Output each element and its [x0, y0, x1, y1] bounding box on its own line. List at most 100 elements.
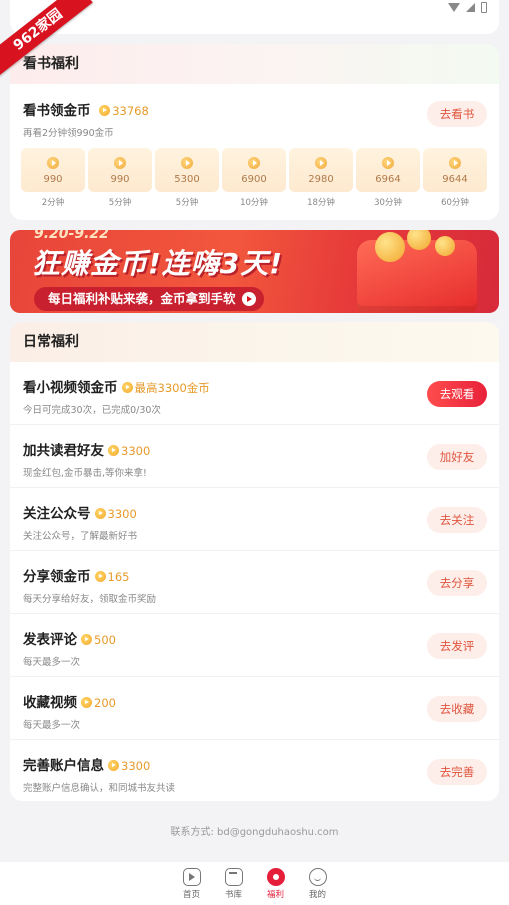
slot-time: 60分钟 [441, 198, 469, 208]
task-title: 分享领金币 [23, 569, 91, 585]
coin-icon [94, 571, 106, 582]
coin-play-icon [382, 157, 394, 169]
task-title: 发表评论 [23, 632, 77, 648]
coin-icon [99, 105, 111, 116]
comment-button[interactable]: 去发评 [427, 633, 487, 659]
reading-slot[interactable]: 5300 5分钟 [155, 148, 219, 208]
reading-task-row: 看书领金币 33768 再看2分钟领990金币 去看书 [23, 99, 487, 139]
tab-label: 书库 [224, 890, 242, 900]
tab-profile[interactable]: 我的 [308, 868, 328, 905]
favorite-button[interactable]: 去收藏 [427, 696, 487, 722]
task-row: 分享领金币 165 每天分享给好友，领取金币奖励 去分享 [10, 551, 499, 614]
battery-icon [481, 2, 487, 13]
reading-slot[interactable]: 9644 60分钟 [423, 148, 487, 208]
slot-amount: 990 [110, 174, 130, 185]
share-button[interactable]: 去分享 [427, 570, 487, 596]
slot-amount: 6900 [241, 174, 267, 185]
welfare-icon [266, 868, 285, 886]
task-desc: 现金红包,金币暴击,等你来拿! [23, 468, 147, 479]
task-row: 完善账户信息 3300 完整账户信息确认，和同城书友共读 去完善 [10, 740, 499, 801]
arrow-right-icon [241, 292, 256, 306]
slot-time: 18分钟 [307, 198, 335, 208]
task-row: 收藏视频 200 每天最多一次 去收藏 [10, 677, 499, 740]
follow-button[interactable]: 去关注 [427, 507, 487, 533]
tab-label: 福利 [266, 890, 284, 900]
reading-slots: 990 2分钟 990 5分钟 5300 5分钟 6900 10分钟 2980 18分钟 … [21, 148, 487, 208]
reading-title-text: 看书领金币 [23, 103, 91, 119]
add-friend-button[interactable]: 加好友 [427, 444, 487, 470]
contact-info: 联系方式: bd@gongduhaoshu.com [170, 827, 339, 838]
task-desc: 今日可完成30次，已完成0/30次 [23, 405, 161, 416]
coin-icon [81, 697, 92, 708]
task-reward: 3300 [107, 507, 137, 521]
coin-play-icon [315, 157, 327, 169]
tab-label: 首页 [182, 890, 200, 900]
daily-welfare-card: 日常福利 看小视频领金币 最高3300金币今日可完成30次，已完成0/30次 去观… [10, 322, 499, 801]
task-desc: 完整账户信息确认，和同城书友共读 [23, 783, 176, 794]
slot-amount: 6964 [375, 174, 401, 185]
task-row: 加共读君好友 3300 现金红包,金币暴击,等你来拿! 加好友 [10, 425, 499, 488]
banner-subtitle-pill[interactable]: 每日福利补贴来袭，金币拿到手软 [34, 287, 264, 311]
reading-task-desc: 再看2分钟领990金币 [23, 128, 114, 139]
task-reward: 最高3300金币 [134, 381, 210, 395]
slot-time: 10分钟 [240, 198, 268, 208]
task-title: 看小视频领金币 [23, 380, 118, 396]
coin-play-icon [114, 157, 126, 169]
slot-time: 5分钟 [108, 198, 132, 208]
task-desc: 关注公众号，了解最新好书 [23, 531, 138, 542]
tab-library[interactable]: 书库 [224, 868, 244, 905]
slot-amount: 9644 [442, 174, 468, 185]
task-row: 看小视频领金币 最高3300金币今日可完成30次，已完成0/30次 去观看 [10, 362, 499, 425]
banner-date: 9.20-9.22 [34, 230, 109, 242]
banner-subtitle: 每日福利补贴来袭，金币拿到手软 [48, 291, 236, 306]
reading-slot[interactable]: 6964 30分钟 [356, 148, 420, 208]
reading-task-title: 看书领金币 33768 [23, 99, 487, 119]
tab-home[interactable]: 首页 [182, 868, 202, 905]
coin-icon [121, 382, 133, 393]
tab-label: 我的 [308, 890, 326, 900]
task-title: 加共读君好友 [23, 443, 104, 459]
task-desc: 每天最多一次 [23, 720, 81, 731]
slot-time: 2分钟 [41, 198, 65, 208]
coin-play-icon [47, 157, 59, 169]
reading-welfare-card: 看书福利 看书领金币 33768 再看2分钟领990金币 去看书 990 2分钟 … [10, 44, 499, 220]
task-reward: 3300 [121, 444, 151, 458]
tab-welfare[interactable]: 福利 [266, 868, 286, 905]
reading-slot[interactable]: 2980 18分钟 [289, 148, 353, 208]
go-read-button[interactable]: 去看书 [427, 101, 487, 127]
play-icon [182, 868, 201, 886]
book-icon [224, 868, 243, 886]
slot-time: 5分钟 [175, 198, 199, 208]
slot-time: 30分钟 [374, 198, 402, 208]
task-row: 关注公众号 3300 关注公众号，了解最新好书 去关注 [10, 488, 499, 551]
task-title: 关注公众号 [23, 506, 91, 522]
task-desc: 每天分享给好友，领取金币奖励 [23, 594, 157, 605]
coin-icon [94, 508, 106, 519]
watch-video-button[interactable]: 去观看 [427, 381, 487, 407]
reading-slot[interactable]: 6900 10分钟 [222, 148, 286, 208]
daily-header: 日常福利 [10, 322, 499, 362]
bottom-tab-bar: 首页 书库 福利 我的 [0, 862, 509, 905]
reading-slot[interactable]: 990 5分钟 [88, 148, 152, 208]
coin-play-icon [449, 157, 461, 169]
red-envelope-illustration [357, 230, 477, 312]
banner-title: 狂赚金币!连嗨3天! [32, 247, 284, 280]
task-reward: 165 [107, 570, 130, 584]
wifi-icon [448, 3, 460, 12]
reading-slot[interactable]: 990 2分钟 [21, 148, 85, 208]
slot-amount: 2980 [308, 174, 334, 185]
task-title: 完善账户信息 [23, 758, 104, 774]
task-reward: 200 [94, 696, 116, 710]
coin-icon [108, 445, 119, 456]
complete-profile-button[interactable]: 去完善 [427, 759, 487, 785]
reading-header: 看书福利 [10, 44, 499, 84]
task-row: 发表评论 500 每天最多一次 去发评 [10, 614, 499, 677]
status-icons [448, 2, 487, 13]
profile-icon [308, 868, 327, 886]
coin-play-icon [181, 157, 193, 169]
task-desc: 每天最多一次 [23, 657, 81, 668]
slot-amount: 5300 [174, 174, 200, 185]
slot-amount: 990 [43, 174, 63, 185]
promo-banner[interactable]: 9.20-9.22 狂赚金币!连嗨3天! 每日福利补贴来袭，金币拿到手软 [10, 230, 499, 313]
task-title: 收藏视频 [23, 695, 77, 711]
